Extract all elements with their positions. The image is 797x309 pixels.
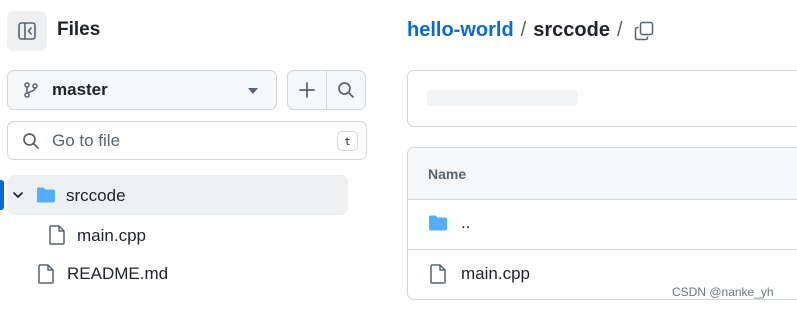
- search-icon: [338, 82, 354, 98]
- add-file-button[interactable]: [287, 70, 327, 110]
- column-header-name: Name: [428, 166, 467, 182]
- tree-item-main-cpp[interactable]: main.cpp: [77, 226, 146, 246]
- git-branch-icon: [24, 82, 38, 98]
- folder-icon: [429, 215, 447, 231]
- watermark: CSDN @nanke_yh: [672, 285, 774, 299]
- tree-item-label: srccode: [66, 186, 126, 205]
- breadcrumb-trailing-separator: /: [616, 19, 623, 41]
- file-icon: [430, 264, 446, 284]
- triangle-down-icon: [248, 88, 258, 94]
- breadcrumb-separator: /: [520, 19, 527, 41]
- plus-icon: [299, 82, 315, 98]
- copy-path-button[interactable]: [630, 17, 658, 45]
- chevron-down-icon[interactable]: [12, 189, 24, 201]
- search-code-button[interactable]: [326, 70, 366, 110]
- branch-selector-button[interactable]: master: [7, 70, 277, 110]
- sidebar-title: Files: [57, 19, 101, 40]
- file-table: Name .. main.cpp: [407, 147, 797, 300]
- folder-icon: [37, 187, 55, 203]
- breadcrumb-repo-link[interactable]: hello-world: [407, 19, 514, 42]
- parent-directory-link[interactable]: ..: [461, 213, 470, 233]
- file-icon: [38, 264, 54, 284]
- search-icon: [23, 132, 39, 149]
- tree-item-readme[interactable]: README.md: [67, 264, 168, 284]
- keyboard-shortcut-hint: t: [337, 131, 358, 151]
- table-row[interactable]: ..: [408, 199, 797, 250]
- tree-item-srccode[interactable]: [7, 175, 348, 215]
- active-item-indicator: [0, 180, 4, 210]
- file-icon: [49, 225, 65, 245]
- go-to-file-input[interactable]: Go to file t: [7, 121, 367, 160]
- breadcrumb: hello-world / srccode /: [407, 19, 630, 42]
- sidebar-collapse-icon: [18, 22, 36, 40]
- breadcrumb-current-folder: srccode: [533, 19, 610, 41]
- loading-skeleton: [427, 90, 578, 106]
- sidebar-toggle-button[interactable]: [7, 11, 47, 51]
- branch-name: master: [52, 80, 108, 99]
- file-link-main-cpp[interactable]: main.cpp: [461, 264, 530, 284]
- copy-icon: [634, 21, 654, 41]
- go-to-file-placeholder: Go to file: [52, 130, 121, 150]
- table-header: Name: [408, 148, 797, 200]
